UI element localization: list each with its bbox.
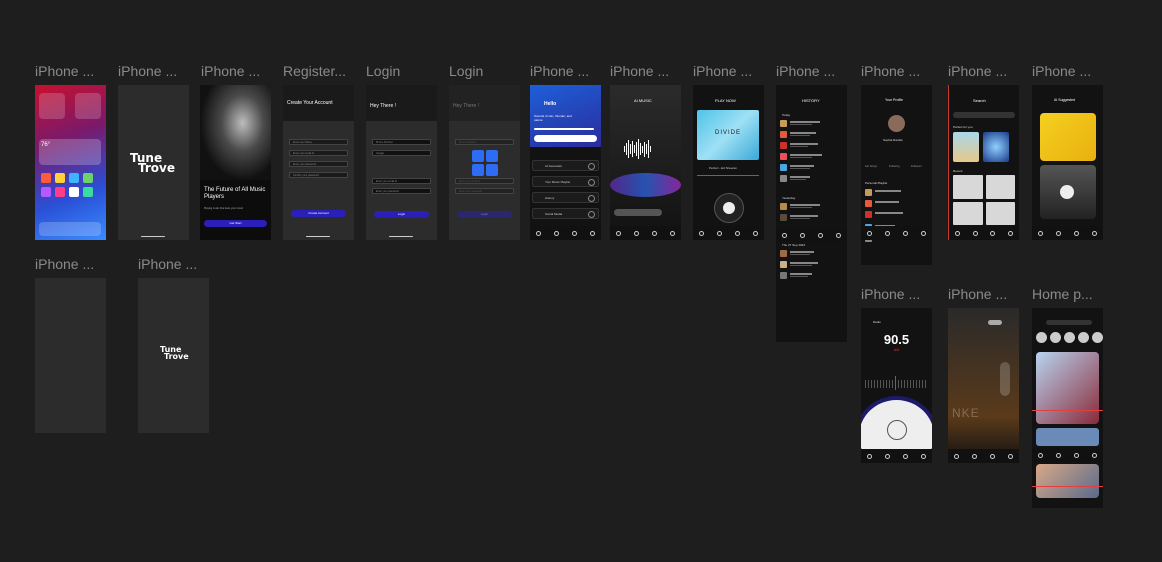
album-art: DIVIDE: [697, 110, 759, 160]
frame-home-menu[interactable]: Hello Sounds of rain, thunder, and natur…: [530, 85, 601, 240]
google-option[interactable]: Google: [372, 150, 431, 156]
search-title: Search: [973, 98, 986, 103]
perfect-for-you-heading: Perfect for you: [953, 125, 973, 129]
stat-followers: Followers: [911, 165, 922, 168]
menu-social-media[interactable]: Social Media: [532, 208, 599, 219]
frame-label: iPhone ...: [1032, 63, 1092, 79]
password-field[interactable]: Enter your password: [455, 188, 514, 194]
section-yesterday: Yesterday: [782, 196, 796, 200]
frame-label: iPhone ...: [610, 63, 670, 79]
frame-label: Register...: [283, 63, 347, 79]
ai-suggested-title: AI Suggested: [1054, 98, 1076, 102]
frame-splash[interactable]: Tune Trove: [118, 85, 189, 240]
stat-fav-songs: Fav Songs: [865, 165, 877, 168]
suggested-album-art: [1040, 113, 1096, 161]
radio-frequency: 90.5: [883, 332, 910, 347]
menu-ai-generator[interactable]: AI Generator: [532, 160, 599, 171]
ai-music-title: AI MUSIC: [634, 98, 652, 103]
frame-label: iPhone ...: [948, 63, 1008, 79]
username-field[interactable]: Enter user Name: [289, 139, 348, 145]
section-today: Today: [782, 113, 791, 117]
frame-search[interactable]: Search Perfect for you Recent: [948, 85, 1019, 240]
phone-option[interactable]: Phone Number: [455, 139, 514, 145]
frame-radio[interactable]: Radio 90.5 AM: [861, 308, 932, 463]
frame-ai-suggested[interactable]: AI Suggested: [1032, 85, 1103, 240]
email-field[interactable]: Enter your email id: [289, 150, 348, 156]
play-pause-button[interactable]: [887, 420, 907, 440]
email-field[interactable]: Enter your email id: [455, 178, 514, 184]
frame-ios-homescreen[interactable]: 76°: [35, 85, 106, 240]
greeting: Hello: [544, 101, 557, 107]
personal-playlist-heading: Personal Playlist: [865, 181, 888, 185]
frame-artist-live[interactable]: NKE: [948, 308, 1019, 463]
stat-following: Following: [889, 165, 900, 168]
frame-onboarding[interactable]: The Future of All Music Players Playing …: [200, 85, 271, 240]
phone-option[interactable]: Phone Number: [372, 139, 431, 145]
tagline: Sounds of rain, thunder, and nature: [534, 114, 572, 122]
play-pause-button[interactable]: [714, 193, 744, 223]
frame-label: iPhone ...: [861, 63, 921, 79]
get-start-button[interactable]: Get Start: [204, 220, 267, 227]
onboarding-title: The Future of All Music Players: [204, 187, 266, 200]
frame-profile[interactable]: Your Profile Sophia Randle Fav Songs Fol…: [861, 85, 932, 265]
frame-login-loading[interactable]: Hey There ! Phone Number Enter your emai…: [449, 85, 520, 240]
frame-label: iPhone ...: [530, 63, 590, 79]
login-title: Hey There !: [453, 103, 480, 109]
frame-register[interactable]: Create Your Account Enter user Name Ente…: [283, 85, 354, 240]
frame-home-page[interactable]: [1032, 308, 1103, 508]
frame-label: iPhone ...: [35, 63, 95, 79]
brand-logo: Tune Trove: [130, 151, 175, 175]
radio-band: AM: [893, 348, 900, 352]
frame-label: Home p...: [1032, 286, 1093, 302]
password-field[interactable]: Enter your password: [372, 188, 431, 194]
recent-heading: Recent: [953, 169, 963, 173]
frame-label: iPhone ...: [201, 63, 261, 79]
confirm-password-field[interactable]: Confirm your password: [289, 172, 348, 178]
search-input[interactable]: [1046, 320, 1092, 325]
menu-playlist[interactable]: Your Music Playlist: [532, 176, 599, 187]
frame-label: iPhone ...: [776, 63, 836, 79]
history-title: HISTORY: [802, 98, 820, 103]
frame-label: iPhone ...: [948, 286, 1008, 302]
login-title: Hey There !: [370, 103, 397, 109]
section-date: Thu 27 Sep 2024: [782, 243, 806, 247]
email-field[interactable]: Enter your email id: [372, 178, 431, 184]
avatar: [888, 115, 905, 132]
search-input[interactable]: [953, 112, 1015, 118]
frame-label: iPhone ...: [693, 63, 753, 79]
track-name: Perfect - Ed Sheeran: [709, 166, 738, 170]
waveform: [624, 139, 666, 159]
frame-login[interactable]: Hey There ! Phone Number Google Enter yo…: [366, 85, 437, 240]
frame-label: Login: [366, 63, 401, 79]
login-button[interactable]: Login: [457, 211, 512, 218]
play-now-title: PLAY NOW: [715, 98, 736, 103]
menu-history[interactable]: History: [532, 192, 599, 203]
password-field[interactable]: Enter your password: [289, 161, 348, 167]
create-account-button[interactable]: Create Account: [291, 210, 346, 217]
loading-grid-icon: [472, 150, 498, 176]
register-title: Create Your Account: [287, 100, 333, 106]
frame-ai-music[interactable]: AI MUSIC: [610, 85, 681, 240]
frame-play-now[interactable]: PLAY NOW DIVIDE Perfect - Ed Sheeran: [693, 85, 764, 240]
onboarding-subtitle: Playing music that feels your mood: [204, 207, 243, 210]
frame-history[interactable]: HISTORY Today Yesterday Thu 27 Sep 2024: [776, 85, 847, 342]
radio-title: Radio: [873, 320, 881, 324]
profile-title: Your Profile: [885, 98, 903, 102]
login-button[interactable]: Login: [374, 211, 429, 218]
frame-label: iPhone ...: [35, 256, 95, 272]
frame-label: iPhone ...: [861, 286, 921, 302]
profile-name: Sophia Randle: [883, 138, 903, 142]
brand-logo: Tune Trove: [160, 345, 189, 361]
frame-label: iPhone ...: [118, 63, 178, 79]
frame-label: iPhone ...: [138, 256, 198, 272]
frame-blank[interactable]: [35, 278, 106, 433]
frame-label: Login: [449, 63, 484, 79]
frame-splash-2[interactable]: Tune Trove: [138, 278, 209, 433]
